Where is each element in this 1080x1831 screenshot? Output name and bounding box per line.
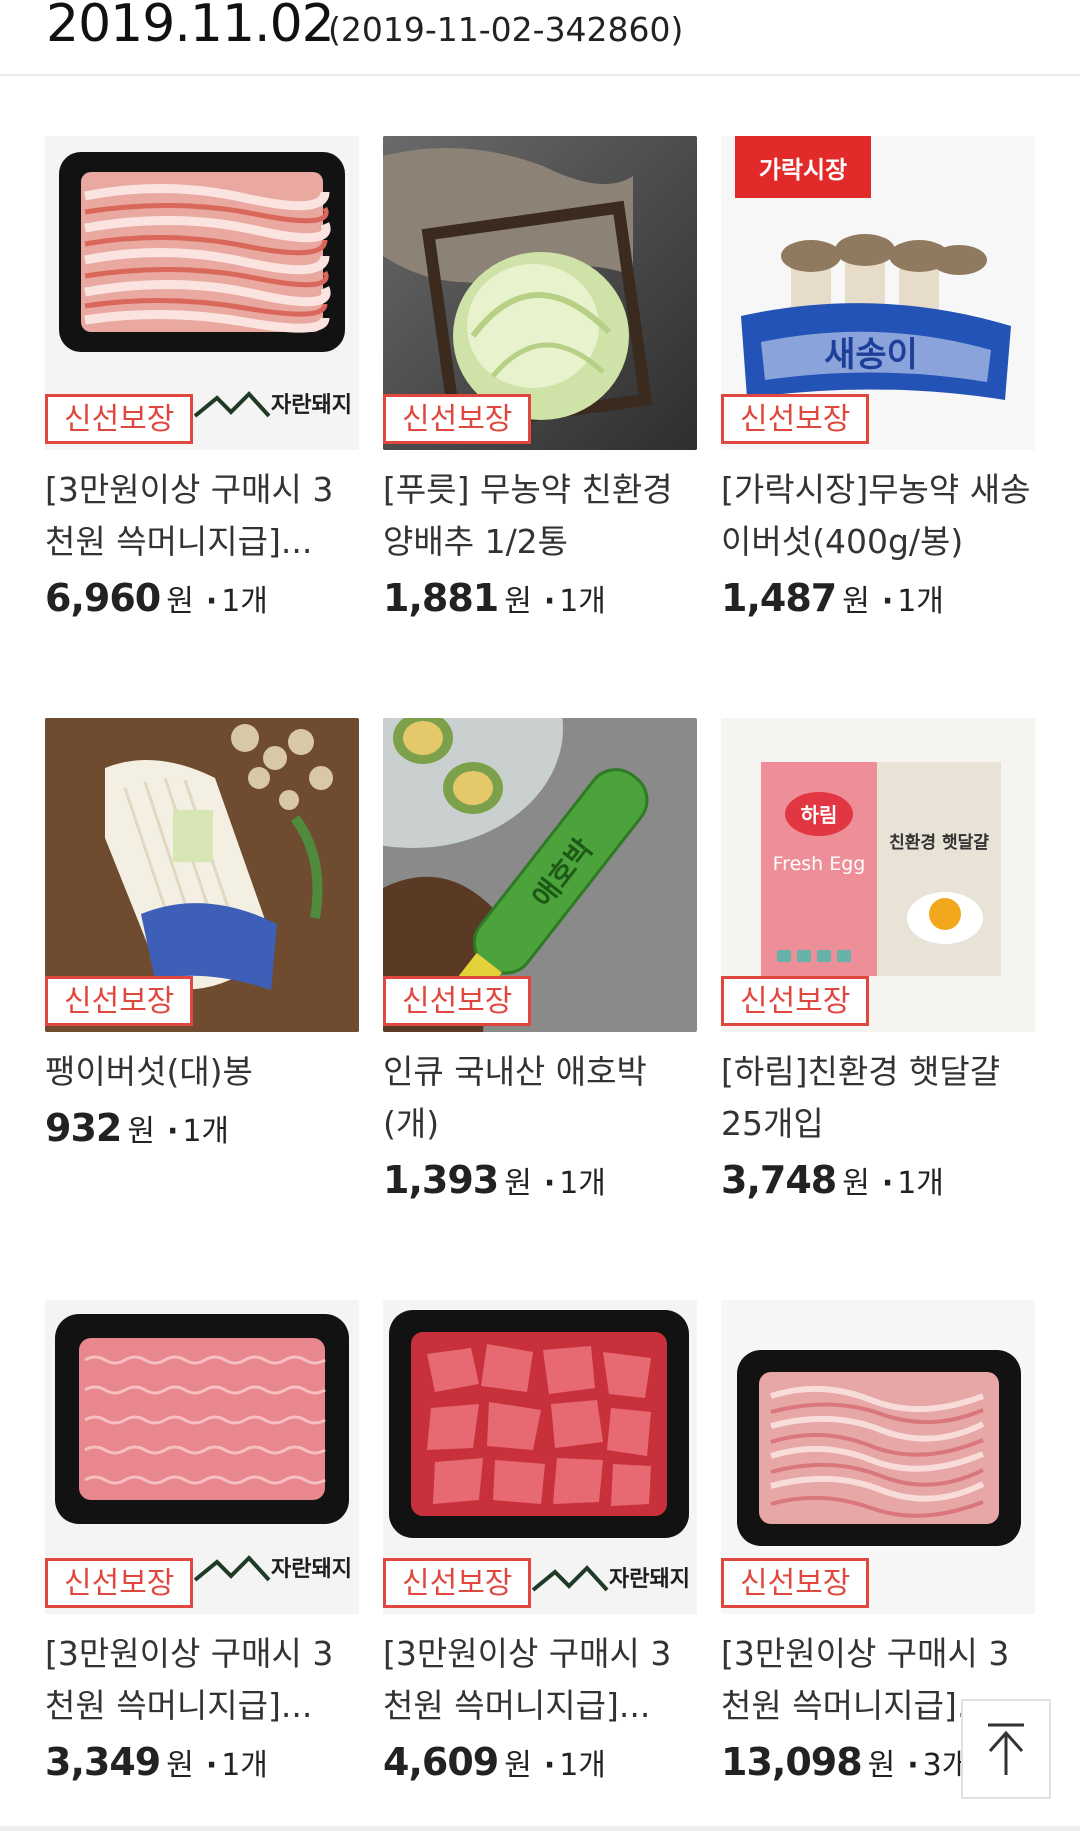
separator-dot: · <box>205 1748 218 1783</box>
product-price: 13,098 <box>721 1740 863 1784</box>
product-price: 1,487 <box>721 576 837 620</box>
product-name[interactable]: [3만원이상 구매시 3천원 쓱머니지급]... <box>45 464 359 568</box>
price-unit: 원 <box>504 1166 532 1201</box>
egg-box-label: 친환경 햇달걀 <box>889 832 989 853</box>
product-name[interactable]: 인큐 국내산 애호박(개) <box>383 1046 697 1150</box>
product-quantity: 1개 <box>897 1166 944 1201</box>
order-id: (2019-11-02-342860) <box>328 10 684 49</box>
price-line: 1,487 원 · 1개 <box>721 576 944 620</box>
product-logo: 자란돼지 <box>609 1567 690 1592</box>
price-unit: 원 <box>127 1114 155 1149</box>
fresh-guarantee-badge: 신선보장 <box>721 1558 870 1608</box>
fresh-guarantee-badge: 신선보장 <box>45 1558 194 1608</box>
price-unit: 원 <box>166 1748 194 1783</box>
separator-dot: · <box>543 1748 556 1783</box>
order-header: 2019.11.02 (2019-11-02-342860) <box>0 0 1080 76</box>
product-name[interactable]: [3만원이상 구매시 3천원 쓱머니지급]... <box>45 1628 359 1732</box>
bottom-divider <box>0 1826 1080 1831</box>
price-line: 4,609 원 · 1개 <box>383 1740 606 1784</box>
product-name[interactable]: [가락시장]무농약 새송이버섯(400g/봉) <box>721 464 1035 568</box>
product-price: 932 <box>45 1106 122 1150</box>
price-unit: 원 <box>504 584 532 619</box>
product-quantity: 1개 <box>221 584 268 619</box>
fresh-guarantee-badge: 신선보장 <box>45 976 194 1026</box>
price-unit: 원 <box>166 584 194 619</box>
order-date: 2019.11.02 <box>46 0 335 54</box>
product-name[interactable]: [3만원이상 구매시 3천원 쓱머니지급]... <box>383 1628 697 1732</box>
price-unit: 원 <box>842 1166 870 1201</box>
product-quantity: 1개 <box>897 584 944 619</box>
product-price: 3,748 <box>721 1158 837 1202</box>
price-line: 13,098 원 · 3개 <box>721 1740 969 1784</box>
fresh-guarantee-badge: 신선보장 <box>383 1558 532 1608</box>
fresh-guarantee-badge: 신선보장 <box>383 394 532 444</box>
separator-dot: · <box>881 1166 894 1201</box>
price-unit: 원 <box>504 1748 532 1783</box>
separator-dot: · <box>881 584 894 619</box>
price-line: 932 원 · 1개 <box>45 1106 229 1150</box>
product-price: 1,393 <box>383 1158 499 1202</box>
scroll-to-top-button[interactable] <box>961 1699 1051 1799</box>
product-price: 6,960 <box>45 576 161 620</box>
price-unit: 원 <box>842 584 870 619</box>
product-quantity: 1개 <box>559 1748 606 1783</box>
product-quantity: 1개 <box>559 584 606 619</box>
product-logo: 자란돼지 <box>271 393 352 418</box>
product-quantity: 1개 <box>559 1166 606 1201</box>
product-name[interactable]: [하림]친환경 햇달걀 25개입 <box>721 1046 1035 1150</box>
separator-dot: · <box>166 1114 179 1149</box>
fresh-guarantee-badge: 신선보장 <box>721 976 870 1026</box>
product-quantity: 1개 <box>221 1748 268 1783</box>
price-line: 6,960 원 · 1개 <box>45 576 268 620</box>
egg-box-title: Fresh Egg <box>773 853 866 875</box>
price-line: 1,393 원 · 1개 <box>383 1158 606 1202</box>
price-line: 1,881 원 · 1개 <box>383 576 606 620</box>
product-price: 3,349 <box>45 1740 161 1784</box>
price-line: 3,349 원 · 1개 <box>45 1740 268 1784</box>
product-price: 4,609 <box>383 1740 499 1784</box>
price-unit: 원 <box>867 1748 896 1783</box>
fresh-guarantee-badge: 신선보장 <box>721 394 870 444</box>
product-price: 1,881 <box>383 576 499 620</box>
product-name[interactable]: [푸릇] 무농약 친환경 양배추 1/2통 <box>383 464 697 568</box>
product-name[interactable]: 팽이버섯(대)봉 <box>45 1046 359 1098</box>
fresh-guarantee-badge: 신선보장 <box>45 394 194 444</box>
brand-logo: 하림 <box>801 803 838 827</box>
market-tag: 가락시장 <box>759 156 847 184</box>
separator-dot: · <box>543 584 556 619</box>
arrow-up-icon <box>988 1723 1024 1775</box>
product-logo: 자란돼지 <box>271 1557 352 1582</box>
price-line: 3,748 원 · 1개 <box>721 1158 944 1202</box>
separator-dot: · <box>205 584 218 619</box>
bag-label: 새송이 <box>824 335 918 375</box>
separator-dot: · <box>907 1748 919 1783</box>
product-quantity: 1개 <box>182 1114 230 1149</box>
separator-dot: · <box>543 1166 556 1201</box>
fresh-guarantee-badge: 신선보장 <box>383 976 532 1026</box>
